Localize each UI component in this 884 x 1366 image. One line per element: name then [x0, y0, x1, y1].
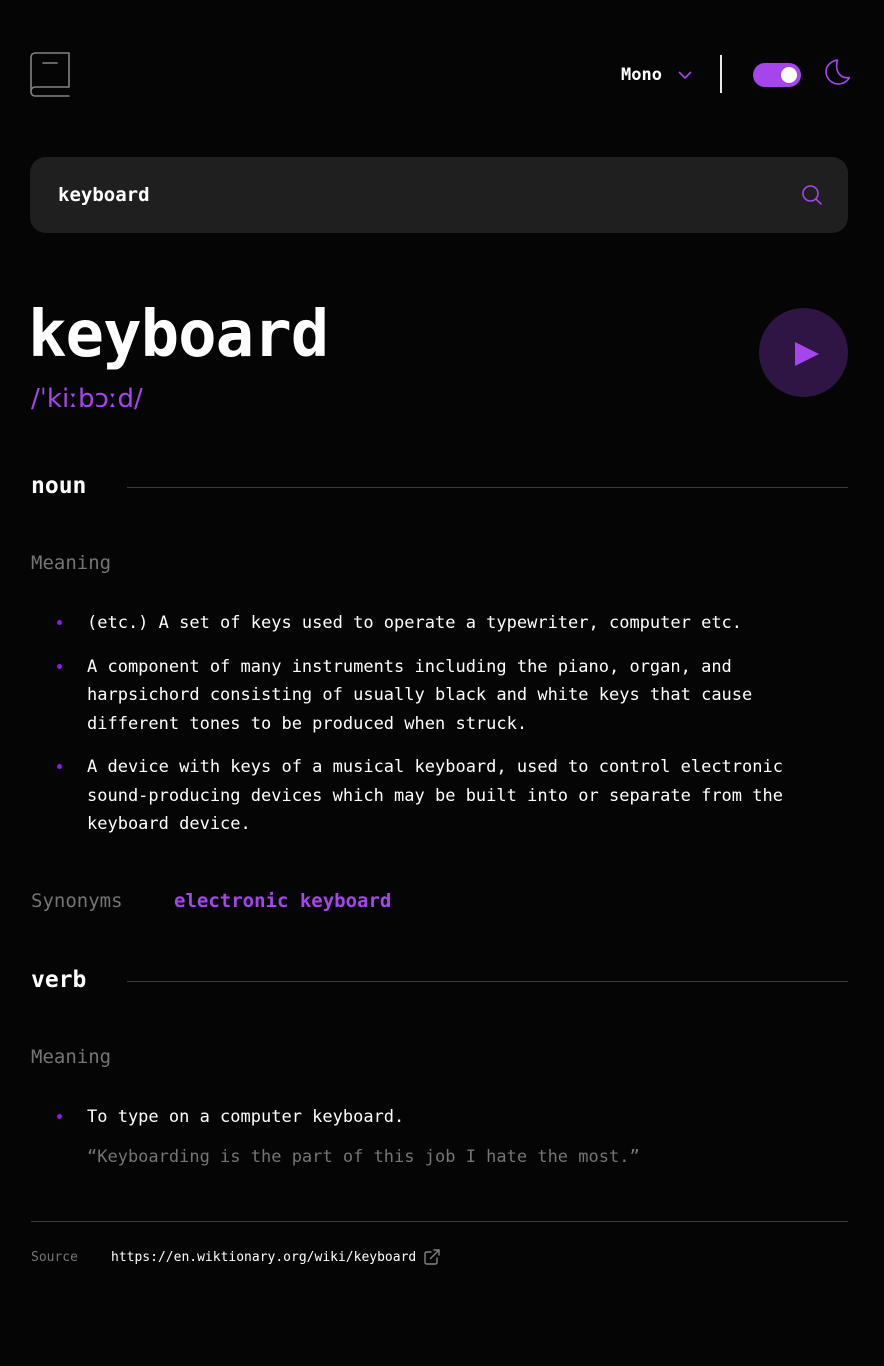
definition-item: To type on a computer keyboard. — [56, 1103, 826, 1132]
word-title: keyboard — [28, 298, 329, 372]
header-divider — [720, 55, 722, 93]
part-of-speech-noun: noun — [31, 473, 87, 499]
noun-meaning-label: Meaning — [31, 552, 112, 574]
play-icon — [795, 342, 819, 366]
search-input[interactable] — [58, 157, 778, 233]
search-bar — [30, 157, 848, 233]
footer-divider — [31, 1221, 848, 1222]
header: Mono — [30, 50, 850, 100]
font-selector[interactable]: Mono — [621, 62, 692, 88]
verb-heading-row: verb — [31, 960, 848, 1000]
section-divider — [127, 981, 848, 982]
synonym-link[interactable]: electronic keyboard — [174, 890, 391, 912]
search-icon[interactable] — [800, 183, 824, 207]
moon-icon — [825, 59, 850, 85]
definition-item: (etc.) A set of keys used to operate a t… — [56, 609, 826, 638]
noun-definitions: (etc.) A set of keys used to operate a t… — [56, 609, 826, 854]
play-audio-button[interactable] — [759, 308, 848, 397]
phonetic: /ˈkiːbɔːd/ — [31, 384, 143, 414]
noun-heading-row: noun — [31, 466, 848, 506]
usage-example: “Keyboarding is the part of this job I h… — [87, 1147, 640, 1167]
book-icon[interactable] — [30, 52, 70, 98]
verb-meaning-label: Meaning — [31, 1046, 112, 1068]
font-selector-label: Mono — [621, 65, 662, 85]
verb-definitions: To type on a computer keyboard. — [56, 1103, 826, 1147]
source-link[interactable]: https://en.wiktionary.org/wiki/keyboard — [111, 1250, 416, 1265]
theme-toggle-knob — [781, 67, 797, 83]
source-row: Source https://en.wiktionary.org/wiki/ke… — [31, 1246, 440, 1268]
chevron-down-icon — [678, 71, 692, 79]
definition-item: A component of many instruments includin… — [56, 653, 826, 739]
synonyms-label: Synonyms — [31, 890, 123, 912]
section-divider — [127, 487, 848, 488]
part-of-speech-verb: verb — [31, 967, 87, 993]
theme-toggle[interactable] — [753, 63, 801, 87]
synonyms-row: Synonyms electronic keyboard — [31, 886, 391, 916]
source-label: Source — [31, 1249, 78, 1265]
definition-item: A device with keys of a musical keyboard… — [56, 753, 826, 839]
external-link-icon[interactable] — [424, 1249, 440, 1265]
